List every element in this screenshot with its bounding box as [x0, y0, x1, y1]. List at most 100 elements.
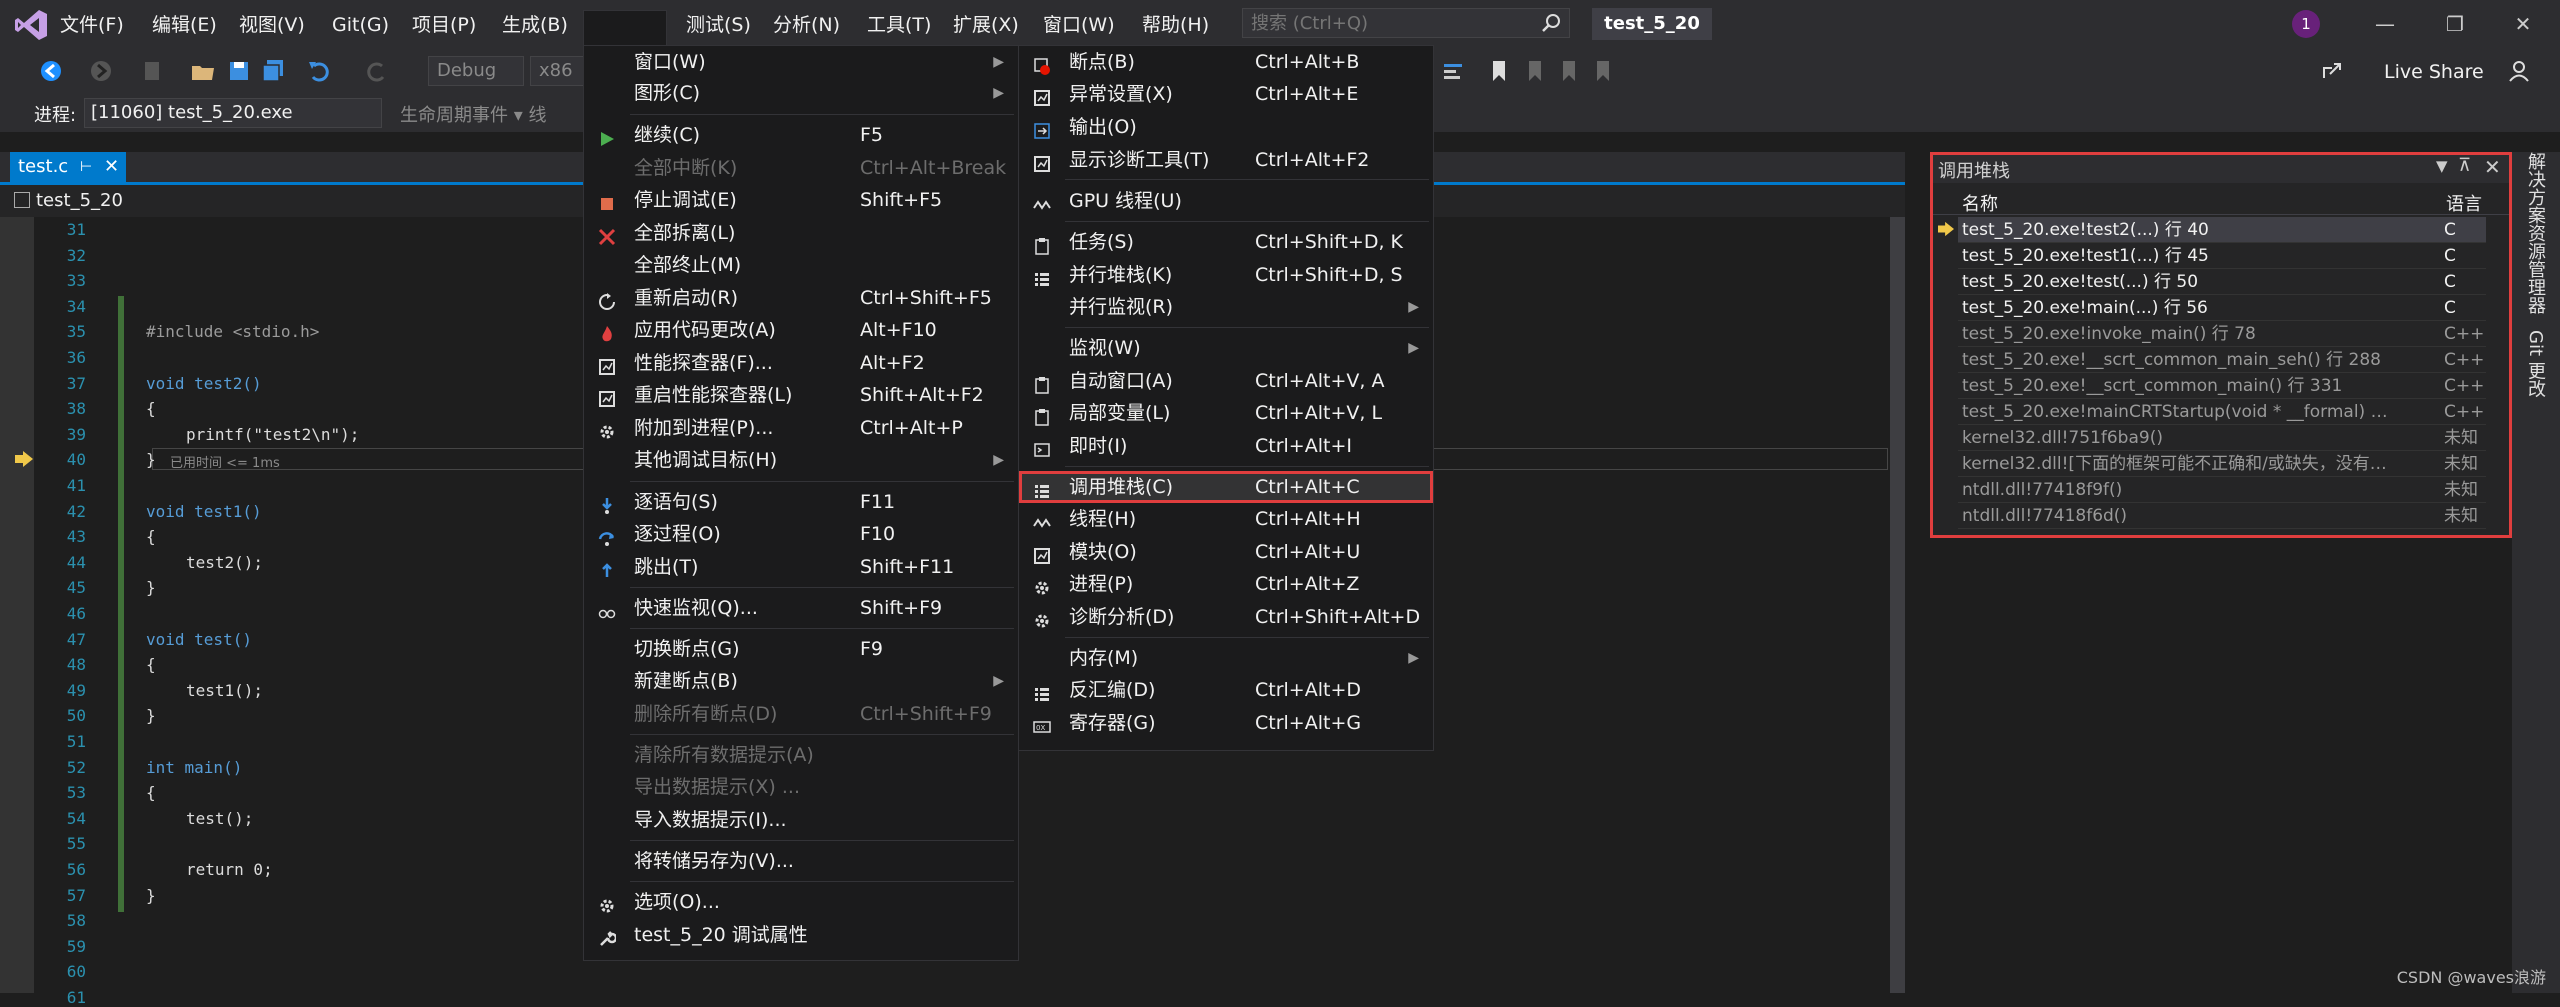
feedback-icon[interactable]: [2506, 58, 2532, 84]
debug-menu-item[interactable]: 全部终止(M): [584, 249, 1018, 281]
window-menu-item[interactable]: 即时(I) Ctrl+Alt+I: [1019, 430, 1433, 462]
debug-menu-item[interactable]: 选项(O)...: [584, 886, 1018, 918]
window-menu-item[interactable]: 输出(O): [1019, 111, 1433, 143]
search-input[interactable]: [1243, 9, 1531, 37]
bookmark-next-icon[interactable]: [1556, 58, 1582, 84]
window-menu-item[interactable]: 任务(S) Ctrl+Shift+D, K: [1019, 226, 1433, 258]
debug-menu-item[interactable]: 逐语句(S) F11: [584, 486, 1018, 518]
window-menu-item[interactable]: 0X 寄存器(G) Ctrl+Alt+G: [1019, 707, 1433, 739]
restore-button[interactable]: ❐: [2440, 10, 2470, 38]
debug-menu-item[interactable]: 切换断点(G) F9: [584, 633, 1018, 665]
close-window-button[interactable]: ✕: [2508, 10, 2538, 38]
menu-item[interactable]: Git(G): [326, 11, 395, 39]
close-tab-icon[interactable]: ✕: [104, 152, 119, 182]
debug-menu-item[interactable]: 应用代码更改(A) Alt+F10: [584, 314, 1018, 346]
undo-icon[interactable]: [306, 58, 332, 84]
open-folder-icon[interactable]: [190, 58, 216, 84]
platform-select[interactable]: x86: [530, 56, 584, 86]
window-menu-item[interactable]: 断点(B) Ctrl+Alt+B: [1019, 46, 1433, 78]
notification-badge[interactable]: 1: [2292, 10, 2320, 38]
window-menu-item[interactable]: 反汇编(D) Ctrl+Alt+D: [1019, 674, 1433, 706]
call-stack-row[interactable]: test_5_20.exe!mainCRTStartup(void * __fo…: [1958, 399, 2486, 425]
debug-menu-item[interactable]: 图形(C) ▶: [584, 77, 1018, 109]
debug-menu-item[interactable]: 性能探查器(F)... Alt+F2: [584, 347, 1018, 379]
call-stack-row[interactable]: test_5_20.exe!__scrt_common_main() 行 331…: [1958, 373, 2486, 399]
debug-menu-item[interactable]: 跳出(T) Shift+F11: [584, 551, 1018, 583]
menu-item[interactable]: 分析(N): [767, 11, 846, 39]
menu-item[interactable]: 窗口(W): [1037, 11, 1121, 39]
new-project-icon[interactable]: [140, 58, 166, 84]
call-stack-row[interactable]: test_5_20.exe!__scrt_common_main_seh() 行…: [1958, 347, 2486, 373]
menu-item[interactable]: 文件(F): [54, 11, 130, 39]
save-all-icon[interactable]: [260, 58, 286, 84]
menu-item[interactable]: 编辑(E): [146, 11, 223, 39]
search-box[interactable]: [1242, 8, 1570, 38]
window-menu-item[interactable]: 进程(P) Ctrl+Alt+Z: [1019, 568, 1433, 600]
window-menu-item[interactable]: 并行堆栈(K) Ctrl+Shift+D, S: [1019, 259, 1433, 291]
debug-menu-item[interactable]: 全部拆离(L): [584, 217, 1018, 249]
call-stack-row[interactable]: test_5_20.exe!test(...) 行 50 C: [1958, 269, 2486, 295]
window-menu-item[interactable]: 局部变量(L) Ctrl+Alt+V, L: [1019, 397, 1433, 429]
window-menu-item[interactable]: 自动窗口(A) Ctrl+Alt+V, A: [1019, 365, 1433, 397]
debug-menu-item[interactable]: 窗口(W) ▶: [584, 46, 1018, 78]
debug-menu-item[interactable]: 重新启动(R) Ctrl+Shift+F5: [584, 282, 1018, 314]
menu-item[interactable]: 生成(B): [496, 11, 574, 39]
pin-panel-icon[interactable]: ⊼: [2458, 155, 2471, 176]
redo-icon[interactable]: [364, 58, 390, 84]
window-menu-item[interactable]: 内存(M) ▶: [1019, 642, 1433, 674]
tab-test-c[interactable]: test.c ⊢ ✕: [10, 152, 126, 182]
call-stack-row[interactable]: ntdll.dll!77418f6d() 未知: [1958, 503, 2486, 529]
solution-explorer-tab[interactable]: 解决方案资源管理器: [2522, 152, 2548, 314]
window-menu-item[interactable]: 异常设置(X) Ctrl+Alt+E: [1019, 78, 1433, 110]
debug-menu-item[interactable]: 附加到进程(P)... Ctrl+Alt+P: [584, 412, 1018, 444]
panel-dropdown-icon[interactable]: ▼: [2436, 157, 2448, 175]
debug-menu-item[interactable]: 快速监视(Q)... Shift+F9: [584, 592, 1018, 624]
menu-item[interactable]: 视图(V): [233, 11, 311, 39]
lifecycle-events-dropdown[interactable]: 生命周期事件 ▾ 线: [400, 101, 546, 127]
call-stack-row[interactable]: test_5_20.exe!test1(...) 行 45 C: [1958, 243, 2486, 269]
debug-menu-item[interactable]: 新建断点(B) ▶: [584, 665, 1018, 697]
bookmark-icon[interactable]: [1486, 58, 1512, 84]
save-icon[interactable]: [226, 58, 252, 84]
back-icon[interactable]: [38, 58, 64, 84]
live-share-button[interactable]: Live Share: [2384, 58, 2484, 86]
debug-menu-item[interactable]: 重启性能探查器(L) Shift+Alt+F2: [584, 379, 1018, 411]
visual-studio-logo-icon[interactable]: [14, 9, 48, 41]
window-menu-item[interactable]: 线程(H) Ctrl+Alt+H: [1019, 503, 1433, 535]
debug-menu-item[interactable]: 继续(C) F5: [584, 119, 1018, 151]
window-menu-item[interactable]: 模块(O) Ctrl+Alt+U: [1019, 536, 1433, 568]
format-icon[interactable]: [1440, 58, 1466, 84]
window-menu-item[interactable]: 监视(W) ▶: [1019, 332, 1433, 364]
call-stack-row[interactable]: test_5_20.exe!invoke_main() 行 78 C++: [1958, 321, 2486, 347]
call-stack-row[interactable]: kernel32.dll![下面的框架可能不正确和/或缺失，没有为 k... 未知: [1958, 451, 2486, 477]
window-menu-item[interactable]: 显示诊断工具(T) Ctrl+Alt+F2: [1019, 144, 1433, 176]
process-select[interactable]: [11060] test_5_20.exe: [84, 98, 382, 128]
window-menu-item[interactable]: 诊断分析(D) Ctrl+Shift+Alt+D: [1019, 601, 1433, 633]
pin-icon[interactable]: ⊢: [80, 152, 92, 182]
call-stack-row[interactable]: ntdll.dll!77418f9f() 未知: [1958, 477, 2486, 503]
menu-item[interactable]: 测试(S): [680, 11, 757, 39]
debug-menu-item[interactable]: 停止调试(E) Shift+F5: [584, 184, 1018, 216]
forward-icon[interactable]: [88, 58, 114, 84]
debug-menu-item[interactable]: 逐过程(O) F10: [584, 518, 1018, 550]
bookmark-clear-icon[interactable]: [1590, 58, 1616, 84]
configuration-select[interactable]: Debug: [428, 56, 524, 86]
editor-scrollbar[interactable]: [1890, 217, 1905, 993]
close-panel-icon[interactable]: ✕: [2484, 155, 2501, 179]
column-language[interactable]: 语言: [2446, 190, 2482, 216]
minimize-button[interactable]: —: [2370, 10, 2400, 38]
git-changes-tab[interactable]: Git 更改: [2522, 330, 2548, 398]
debug-menu-item[interactable]: test_5_20 调试属性: [584, 919, 1018, 951]
call-stack-row[interactable]: test_5_20.exe!test2(...) 行 40 C: [1958, 217, 2486, 243]
debug-menu-item[interactable]: 其他调试目标(H) ▶: [584, 444, 1018, 476]
menu-item[interactable]: 工具(T): [861, 11, 937, 39]
menu-item[interactable]: 帮助(H): [1136, 11, 1215, 39]
window-menu-item[interactable]: 调用堆栈(C) Ctrl+Alt+C: [1019, 471, 1433, 503]
debug-menu-item[interactable]: 将转储另存为(V)...: [584, 845, 1018, 877]
call-stack-row[interactable]: test_5_20.exe!main(...) 行 56 C: [1958, 295, 2486, 321]
scope-dropdown[interactable]: test_5_20: [14, 189, 123, 213]
call-stack-row[interactable]: kernel32.dll!751f6ba9() 未知: [1958, 425, 2486, 451]
live-share-icon[interactable]: [2320, 58, 2346, 84]
bookmark-prev-icon[interactable]: [1522, 58, 1548, 84]
window-menu-item[interactable]: 并行监视(R) ▶: [1019, 291, 1433, 323]
